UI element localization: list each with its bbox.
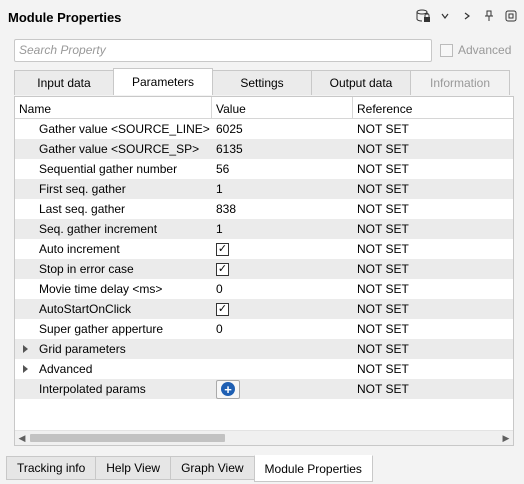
tab-input-data[interactable]: Input data (14, 70, 114, 95)
property-name: Interpolated params (39, 382, 146, 396)
title-bar: Module Properties (0, 0, 524, 34)
property-value-cell: + (212, 379, 353, 399)
tab-tracking-info[interactable]: Tracking info (6, 456, 97, 480)
auto-increment-checkbox[interactable]: ✓ (216, 242, 229, 256)
tab-module-properties[interactable]: Module Properties (253, 455, 373, 482)
property-value[interactable]: 1 (212, 179, 353, 199)
property-reference[interactable]: NOT SET (353, 339, 513, 359)
pin-icon[interactable] (482, 8, 496, 24)
property-value-cell: ✓ (212, 259, 353, 279)
advanced-checkbox (440, 43, 453, 57)
table-row-group[interactable]: Advanced NOT SET (15, 359, 513, 379)
property-reference[interactable]: NOT SET (353, 299, 513, 319)
property-name: Super gather apperture (39, 322, 164, 336)
table-row[interactable]: Movie time delay <ms> 0 NOT SET (15, 279, 513, 299)
property-reference[interactable]: NOT SET (353, 219, 513, 239)
table-row[interactable]: Stop in error case ✓ NOT SET (15, 259, 513, 279)
table-row[interactable]: Sequential gather number 56 NOT SET (15, 159, 513, 179)
properties-grid: Name Value Reference Gather value <SOURC… (14, 96, 514, 446)
bottom-dock-tabs: Tracking info Help View Graph View Modul… (6, 455, 373, 482)
table-row[interactable]: Auto increment ✓ NOT SET (15, 239, 513, 259)
column-header-name[interactable]: Name (15, 97, 212, 119)
property-value-cell: ✓ (212, 299, 353, 319)
property-value[interactable]: 1 (212, 219, 353, 239)
property-name: Last seq. gather (39, 202, 126, 216)
plus-circle-icon: + (221, 382, 235, 396)
window-title: Module Properties (8, 10, 122, 25)
grid-header: Name Value Reference (15, 97, 513, 119)
property-value-cell: ✓ (212, 239, 353, 259)
property-value[interactable]: 6135 (212, 139, 353, 159)
property-tabs: Input data Parameters Settings Output da… (14, 68, 512, 96)
search-property-field[interactable] (14, 39, 432, 62)
property-reference[interactable]: NOT SET (353, 139, 513, 159)
table-row[interactable]: Interpolated params + NOT SET (15, 379, 513, 399)
property-value[interactable]: 0 (212, 319, 353, 339)
property-name: Movie time delay <ms> (39, 282, 163, 296)
property-name: Sequential gather number (39, 162, 178, 176)
expand-arrow-icon[interactable] (23, 365, 28, 373)
property-reference[interactable]: NOT SET (353, 279, 513, 299)
add-interpolated-param-button[interactable]: + (216, 379, 240, 399)
chevron-right-icon[interactable] (460, 8, 474, 24)
float-window-icon[interactable] (504, 8, 518, 24)
property-reference[interactable]: NOT SET (353, 379, 513, 399)
property-value[interactable]: 56 (212, 159, 353, 179)
property-reference[interactable]: NOT SET (353, 119, 513, 139)
property-reference[interactable]: NOT SET (353, 199, 513, 219)
property-name: Stop in error case (39, 262, 134, 276)
scrollbar-thumb[interactable] (30, 434, 225, 442)
property-value[interactable]: 6025 (212, 119, 353, 139)
tab-help-view[interactable]: Help View (95, 456, 172, 480)
property-reference[interactable]: NOT SET (353, 359, 513, 379)
property-name: Seq. gather increment (39, 222, 158, 236)
autostart-on-click-checkbox[interactable]: ✓ (216, 302, 229, 316)
tab-information: Information (410, 70, 510, 95)
tab-output-data[interactable]: Output data (311, 70, 411, 95)
search-input[interactable] (19, 43, 427, 57)
database-lock-icon[interactable] (416, 8, 430, 24)
chevron-down-icon[interactable] (438, 8, 452, 24)
tab-graph-view[interactable]: Graph View (170, 456, 255, 480)
advanced-toggle: Advanced (440, 43, 511, 57)
property-reference[interactable]: NOT SET (353, 259, 513, 279)
table-row[interactable]: First seq. gather 1 NOT SET (15, 179, 513, 199)
property-name: Grid parameters (39, 342, 126, 356)
tab-settings[interactable]: Settings (212, 70, 312, 95)
title-bar-icons (416, 8, 518, 24)
tab-parameters[interactable]: Parameters (113, 68, 213, 95)
property-value[interactable]: 0 (212, 279, 353, 299)
property-value[interactable]: 838 (212, 199, 353, 219)
column-header-reference[interactable]: Reference (353, 97, 513, 119)
table-row-group[interactable]: Grid parameters NOT SET (15, 339, 513, 359)
property-name: AutoStartOnClick (39, 302, 132, 316)
table-row[interactable]: Super gather apperture 0 NOT SET (15, 319, 513, 339)
property-name: Auto increment (39, 242, 120, 256)
property-group: Grid parameters (15, 339, 212, 359)
scroll-right-icon[interactable]: ▶ (499, 431, 513, 445)
stop-in-error-case-checkbox[interactable]: ✓ (216, 262, 229, 276)
property-value (212, 359, 353, 379)
advanced-label: Advanced (458, 43, 512, 57)
table-row[interactable]: Seq. gather increment 1 NOT SET (15, 219, 513, 239)
table-row[interactable]: Gather value <SOURCE_SP> 6135 NOT SET (15, 139, 513, 159)
table-row[interactable]: AutoStartOnClick ✓ NOT SET (15, 299, 513, 319)
property-name: Gather value <SOURCE_SP> (39, 142, 200, 156)
property-name: Gather value <SOURCE_LINE> (39, 122, 210, 136)
column-header-value[interactable]: Value (212, 97, 353, 119)
grid-rows: Gather value <SOURCE_LINE> 6025 NOT SET … (15, 119, 513, 399)
property-reference[interactable]: NOT SET (353, 159, 513, 179)
scroll-left-icon[interactable]: ◀ (15, 431, 29, 445)
table-row[interactable]: Gather value <SOURCE_LINE> 6025 NOT SET (15, 119, 513, 139)
horizontal-scrollbar[interactable]: ◀ ▶ (15, 430, 513, 445)
property-name: Advanced (39, 362, 93, 376)
property-reference[interactable]: NOT SET (353, 319, 513, 339)
property-group: Advanced (15, 359, 212, 379)
property-reference[interactable]: NOT SET (353, 239, 513, 259)
property-value (212, 339, 353, 359)
property-name: First seq. gather (39, 182, 126, 196)
expand-arrow-icon[interactable] (23, 345, 28, 353)
table-row[interactable]: Last seq. gather 838 NOT SET (15, 199, 513, 219)
property-reference[interactable]: NOT SET (353, 179, 513, 199)
